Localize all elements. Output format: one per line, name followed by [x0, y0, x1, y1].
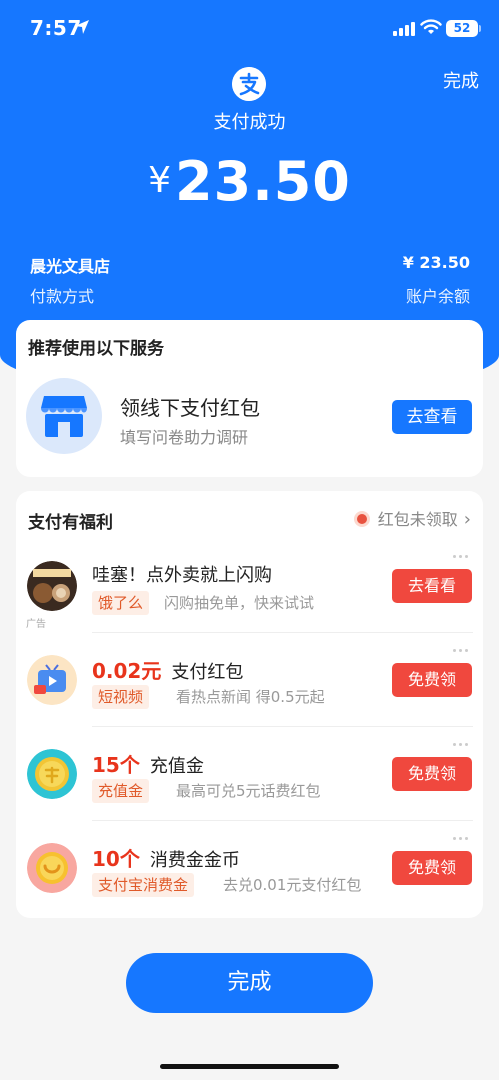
benefit-title: 哇塞！点外卖就上闪购: [92, 565, 272, 586]
food-ad-icon: [27, 561, 77, 611]
benefit-tag: 短视频: [92, 685, 150, 709]
cellular-signal-icon: [393, 22, 415, 36]
more-options-icon[interactable]: [453, 637, 471, 652]
go-look-button[interactable]: 去看看: [392, 569, 472, 603]
benefit-tag: 饿了么: [92, 591, 150, 615]
ad-label: 广告: [26, 619, 46, 630]
chevron-right-icon: ›: [463, 509, 471, 530]
store-icon-circle: [26, 378, 102, 454]
done-top-button[interactable]: 完成: [443, 67, 479, 93]
wifi-icon: [420, 19, 442, 34]
currency-symbol: ¥: [148, 160, 172, 201]
unclaimed-label: 红包未领取: [377, 510, 458, 529]
benefit-title: 0.02元 支付红包: [92, 659, 244, 683]
payment-status: 支付成功: [213, 112, 286, 133]
benefits-card: 支付有福利 红包未领取 › 广告 哇塞！点外卖就上闪购 饿了么 闪购抽免单，快来试…: [16, 491, 483, 918]
recommend-card: 推荐使用以下服务 领线下支付红包 填写问卷助力调研 去查看: [16, 320, 483, 477]
benefit-item: 10个 消费金金币 支付宝消费金 去兑0.01元支付红包 免费领: [16, 821, 483, 915]
benefit-title: 15个 充值金: [92, 753, 204, 777]
claim-free-button[interactable]: 免费领: [392, 851, 472, 885]
benefit-desc: 最高可兑5元话费红包: [176, 782, 321, 800]
benefit-item: 15个 充值金 充值金 最高可兑5元话费红包 免费领: [16, 727, 483, 821]
tv-icon: [27, 655, 77, 705]
benefit-title: 10个 消费金金币: [92, 847, 240, 871]
red-envelope-dot-icon: [353, 511, 370, 527]
claim-free-button[interactable]: 免费领: [392, 757, 472, 791]
smile-coin-icon: [27, 843, 77, 893]
benefit-tag: 支付宝消费金: [92, 873, 195, 897]
service-subtitle: 填写问卷助力调研: [120, 428, 249, 447]
payment-method-row: 付款方式 账户余额: [30, 283, 470, 307]
merchant-row: 晨光文具店 ¥ 23.50: [30, 253, 470, 277]
benefit-item: 0.02元 支付红包 短视频 看热点新闻 得0.5元起 免费领: [16, 633, 483, 727]
more-options-icon[interactable]: [453, 543, 471, 558]
payment-amount: ¥23.50: [0, 150, 499, 213]
service-title: 领线下支付红包: [120, 396, 260, 420]
amount-value: 23.50: [175, 150, 351, 213]
payment-method-label: 付款方式: [30, 287, 95, 306]
more-options-icon[interactable]: [453, 731, 471, 746]
done-button[interactable]: 完成: [126, 953, 373, 1013]
view-service-button[interactable]: 去查看: [392, 400, 472, 434]
benefit-desc: 闪购抽免单，快来试试: [164, 594, 315, 612]
benefits-title: 支付有福利: [28, 513, 113, 533]
claim-free-button[interactable]: 免费领: [392, 663, 472, 697]
coin-icon: [27, 749, 77, 799]
battery-indicator: 52: [446, 20, 481, 37]
payment-method-value: 账户余额: [405, 287, 470, 306]
benefit-tag: 充值金: [92, 779, 150, 803]
merchant-amount: ¥ 23.50: [402, 253, 470, 272]
recommend-title: 推荐使用以下服务: [28, 339, 164, 359]
location-arrow-icon: [75, 20, 89, 34]
home-indicator: [160, 1064, 339, 1069]
benefit-desc: 去兑0.01元支付红包: [223, 876, 362, 894]
benefit-item: 广告 哇塞！点外卖就上闪购 饿了么 闪购抽免单，快来试试 去看看: [16, 539, 483, 633]
more-options-icon[interactable]: [453, 825, 471, 840]
store-icon: [41, 396, 87, 437]
benefit-desc: 看热点新闻 得0.5元起: [176, 688, 325, 706]
merchant-name: 晨光文具店: [30, 257, 111, 276]
unclaimed-link[interactable]: 红包未领取 ›: [353, 506, 471, 530]
alipay-logo-icon: [232, 67, 266, 101]
status-bar: 7:57 52: [0, 0, 499, 56]
